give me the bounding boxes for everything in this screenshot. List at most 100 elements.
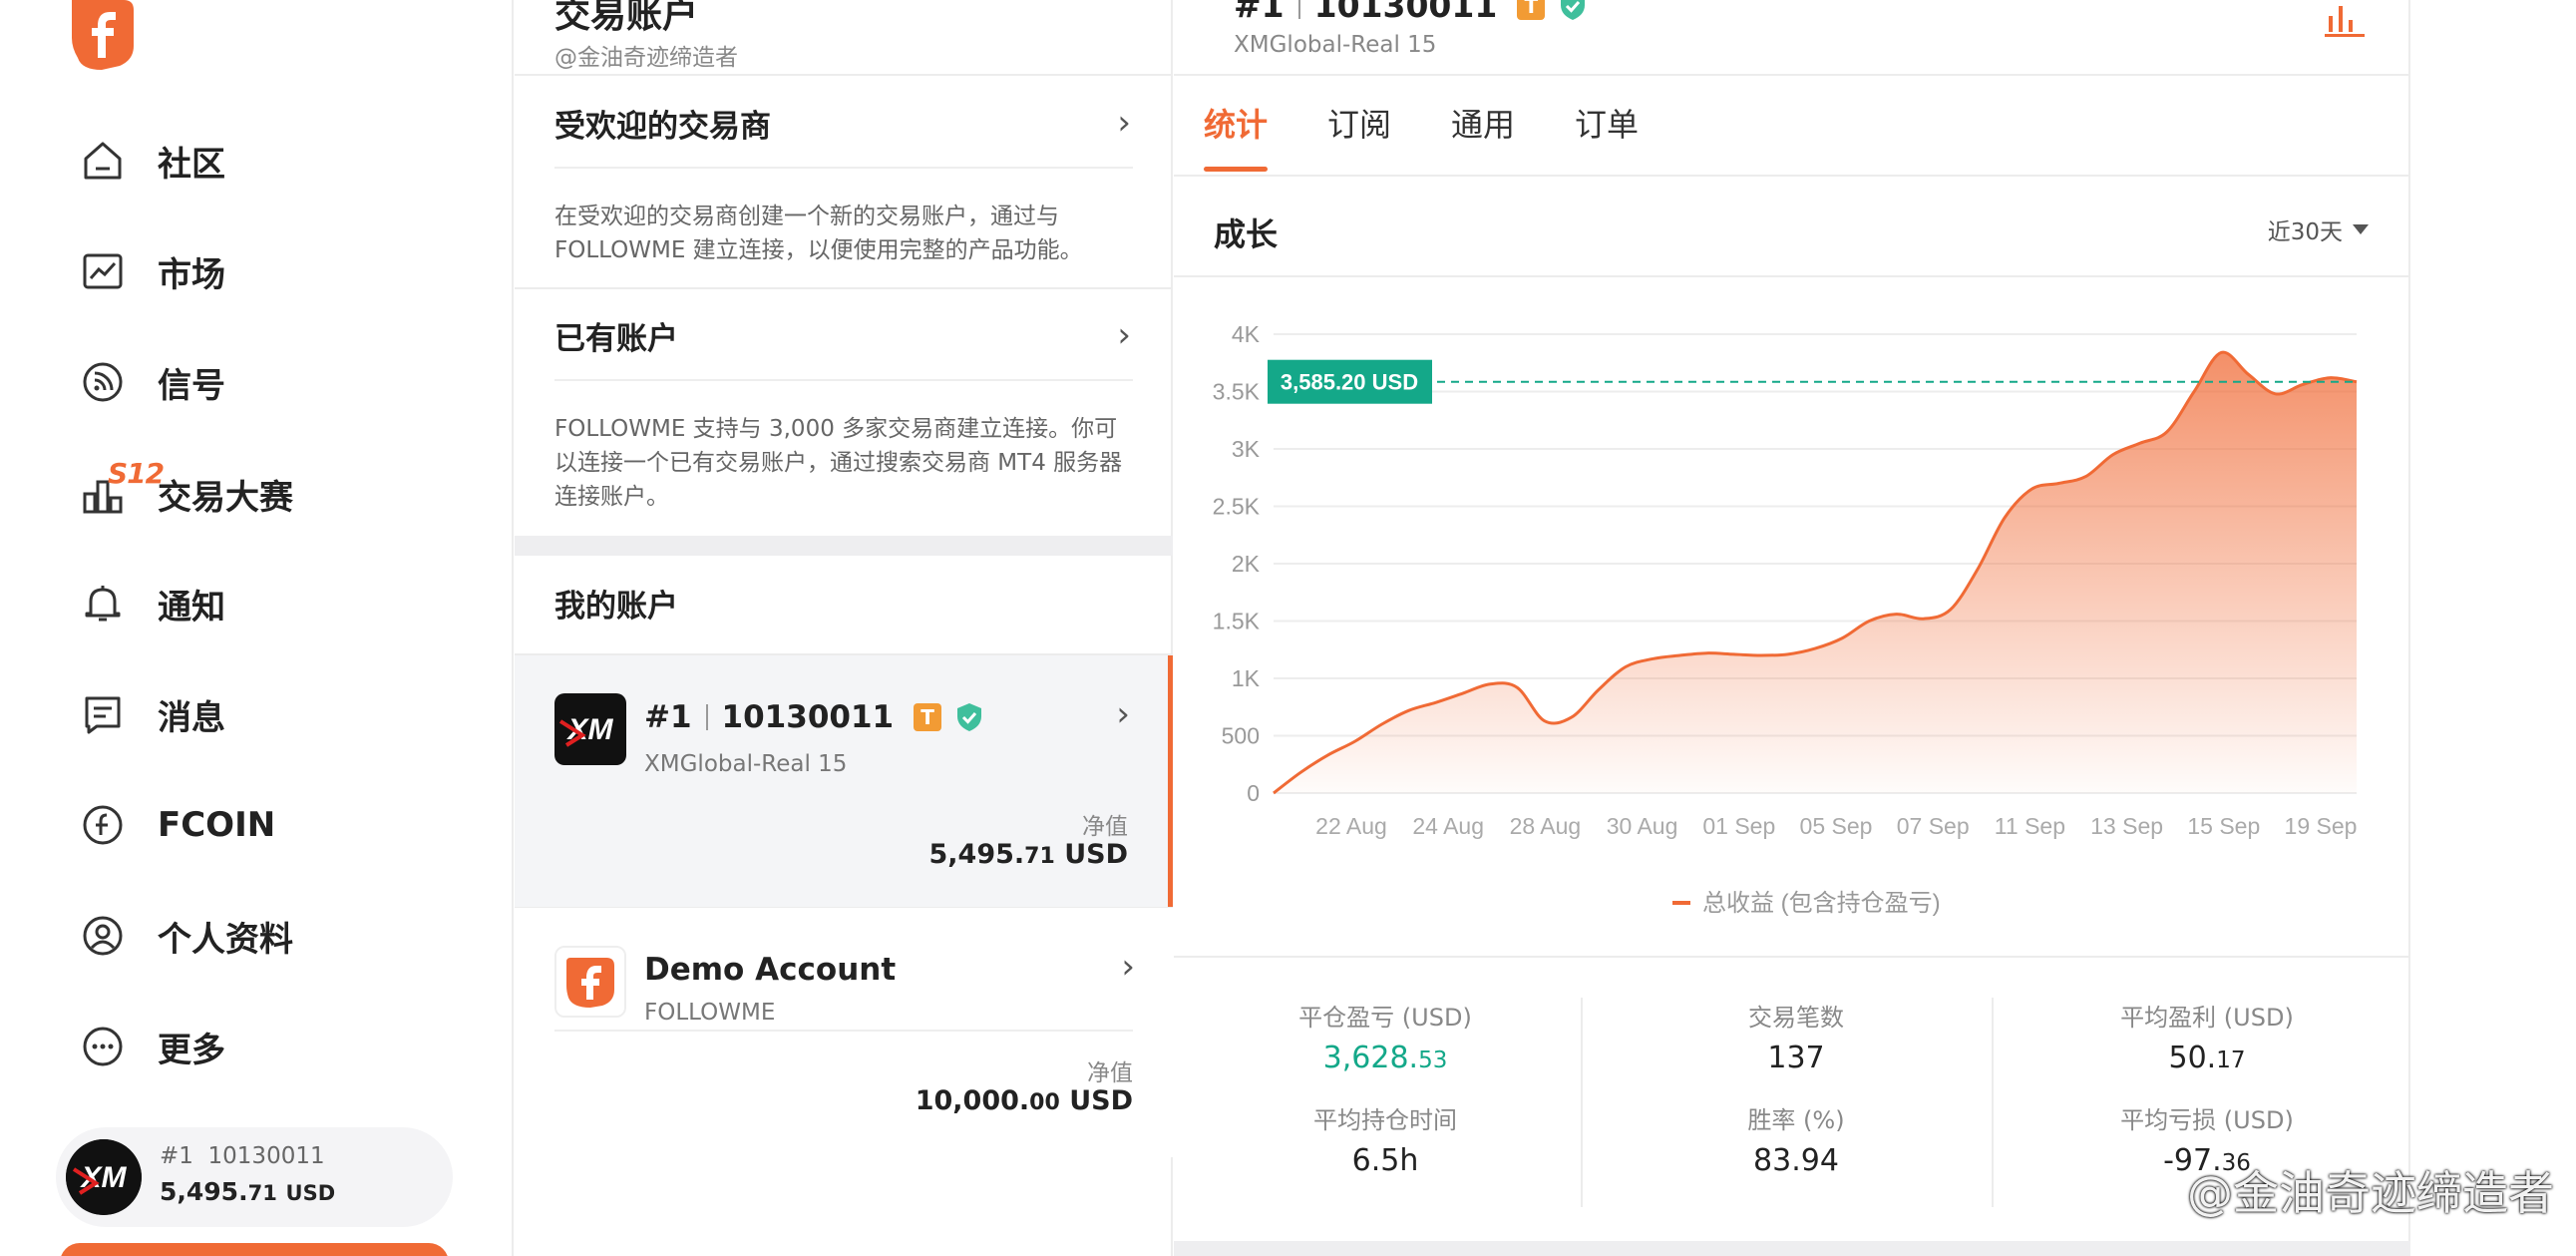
user-icon (78, 911, 128, 961)
watermark: @金油奇迹缔造者 (2137, 1157, 2554, 1223)
mini-account-value: 5,495.71 USD (160, 1177, 336, 1206)
period-select[interactable]: 近30天 (2268, 212, 2369, 246)
page-subtitle: @金油奇迹缔造者 (554, 45, 738, 71)
trader-badge: T (914, 703, 942, 731)
existing-account-row[interactable]: 已有账户 › (554, 305, 1131, 365)
x-tick-label: 11 Sep (1995, 813, 2065, 839)
sidebar-item-label: 消息 (158, 697, 225, 738)
x-tick-label: 28 Aug (1510, 813, 1582, 839)
sidebar-item-community[interactable]: 社区 (78, 126, 225, 196)
x-tick-label: 13 Sep (2090, 813, 2163, 839)
sidebar-item-label: 市场 (158, 254, 225, 295)
series-area (1274, 352, 2357, 793)
mini-account-id: #1 10130011 (160, 1143, 325, 1169)
y-tick-label: 3.5K (1213, 379, 1261, 405)
net-value: 10,000.00 USD (915, 1085, 1133, 1116)
stat-item: 交易笔数 137 (1607, 998, 1986, 1075)
message-icon (78, 689, 128, 739)
account-title: #1 10130011 T (644, 699, 983, 735)
tab-1[interactable]: 统计 (1204, 100, 1269, 172)
sidebar-item-contest[interactable]: S12 交易大赛 (78, 457, 293, 529)
y-tick-label: 4K (1232, 321, 1261, 347)
y-tick-label: 1.5K (1213, 609, 1261, 634)
stat-label: 平均盈利 (USD) (2120, 1004, 2294, 1032)
page-title: 交易账户 (554, 0, 699, 36)
followme-logo[interactable] (72, 0, 134, 70)
signal-icon (78, 357, 128, 407)
caret-down-icon (2353, 224, 2369, 234)
sidebar-item-label: 通知 (158, 587, 225, 628)
tab-3[interactable]: 通用 (1451, 100, 1515, 170)
stat-label: 平均亏损 (USD) (2120, 1106, 2294, 1134)
detail-account-title: #1 10130011 T (1234, 0, 1587, 25)
sidebar-item-market[interactable]: 市场 (78, 236, 225, 306)
account-card-xm[interactable]: XM #1 10130011 T XMGlobal-Real 15 › 净值 5… (515, 655, 1173, 907)
bar-chart-icon[interactable] (2325, 2, 2365, 38)
x-tick-label: 22 Aug (1315, 813, 1387, 839)
chevron-right-icon: › (1117, 315, 1131, 355)
divider (1581, 998, 1583, 1207)
account-card-demo[interactable]: Demo Account FOLLOWME › 净值 10,000.00 USD (515, 908, 1173, 1157)
stat-label: 平均持仓时间 (1313, 1106, 1457, 1134)
existing-account-title: 已有账户 (554, 320, 678, 357)
legend-label: 总收益 (包含持仓盈亏) (1702, 890, 1941, 917)
sidebar-item-more[interactable]: 更多 (78, 1012, 225, 1081)
y-tick-label: 0 (1247, 780, 1260, 806)
sidebar-item-profile[interactable]: 个人资料 (78, 901, 293, 971)
x-tick-label: 30 Aug (1607, 813, 1678, 839)
sidebar-item-label: 个人资料 (158, 919, 293, 960)
stat-value: 137 (1767, 1041, 1825, 1075)
stat-label: 交易笔数 (1748, 1004, 1844, 1032)
xm-logo: XM (554, 693, 626, 765)
chart-line-icon (78, 246, 128, 296)
watermark-text: @金油奇迹缔造者 (2187, 1166, 2554, 1220)
stat-label: 胜率 (%) (1747, 1106, 1845, 1134)
section-gap (515, 536, 1173, 556)
divider (515, 74, 1173, 76)
x-tick-label: 05 Sep (1800, 813, 1873, 839)
y-tick-label: 1K (1232, 665, 1261, 691)
x-tick-label: 19 Sep (2285, 813, 2358, 839)
current-account-chip[interactable]: XM #1 10130011 5,495.71 USD (56, 1127, 453, 1227)
popular-brokers-desc: 在受欢迎的交易商创建一个新的交易账户，通过与 FOLLOWME 建立连接，以便使… (554, 204, 1083, 263)
sidebar-item-label: 信号 (158, 365, 225, 406)
sidebar-item-notify[interactable]: 通知 (78, 569, 225, 638)
account-rank: #1 (644, 699, 692, 735)
stat-item: 平仓盈亏 (USD) 3,628.53 (1196, 998, 1575, 1075)
y-tick-label: 2K (1232, 551, 1261, 577)
sidebar-item-label: 更多 (158, 1030, 225, 1070)
sidebar-item-fcoin[interactable]: FCOIN (78, 790, 275, 860)
stat-item: 平均盈利 (USD) 50.17 (2018, 998, 2396, 1075)
account-server: FOLLOWME (644, 1000, 776, 1026)
verified-shield-icon (957, 703, 982, 731)
followme-account-logo (554, 946, 626, 1018)
sidebar-item-signal[interactable]: 信号 (78, 347, 225, 417)
chevron-right-icon: › (1116, 694, 1130, 734)
tab-4[interactable]: 订单 (1575, 100, 1639, 170)
divider (554, 1030, 1133, 1032)
divider (1992, 998, 1994, 1207)
home-icon (78, 136, 128, 186)
y-tick-label: 500 (1222, 723, 1260, 749)
divider (1174, 956, 2410, 958)
divider (554, 167, 1133, 169)
sidebar-item-messages[interactable]: 消息 (78, 679, 225, 749)
account-number: 10130011 (721, 699, 895, 735)
panel-bottom-bar (1174, 1241, 2410, 1256)
popular-brokers-row[interactable]: 受欢迎的交易商 › (554, 93, 1131, 153)
sidebar: 社区市场信号 S12 交易大赛通知消息 FCOIN 个人资料更多 XM #1 10130… (0, 0, 514, 1256)
tab-2[interactable]: 订阅 (1327, 100, 1391, 170)
growth-title: 成长 (1214, 215, 1279, 253)
stat-item: 平均持仓时间 6.5h (1196, 1100, 1575, 1178)
bell-icon (78, 579, 128, 628)
stat-value: 3,628.53 (1322, 1041, 1448, 1075)
detail-tabs: 统计 订阅 通用 订单 (1204, 100, 1698, 172)
followme-watermark-icon (2144, 1168, 2171, 1212)
sidebar-action-button[interactable] (60, 1243, 449, 1256)
account-rank: #1 (1234, 0, 1285, 25)
divider (515, 287, 1173, 289)
existing-account-desc: FOLLOWME 支持与 3,000 多家交易商建立连接。你可以连接一个已有交易… (554, 416, 1123, 510)
sidebar-item-label: FCOIN (158, 805, 276, 845)
verified-shield-icon (1561, 0, 1586, 20)
season-badge: S12 (108, 457, 165, 490)
